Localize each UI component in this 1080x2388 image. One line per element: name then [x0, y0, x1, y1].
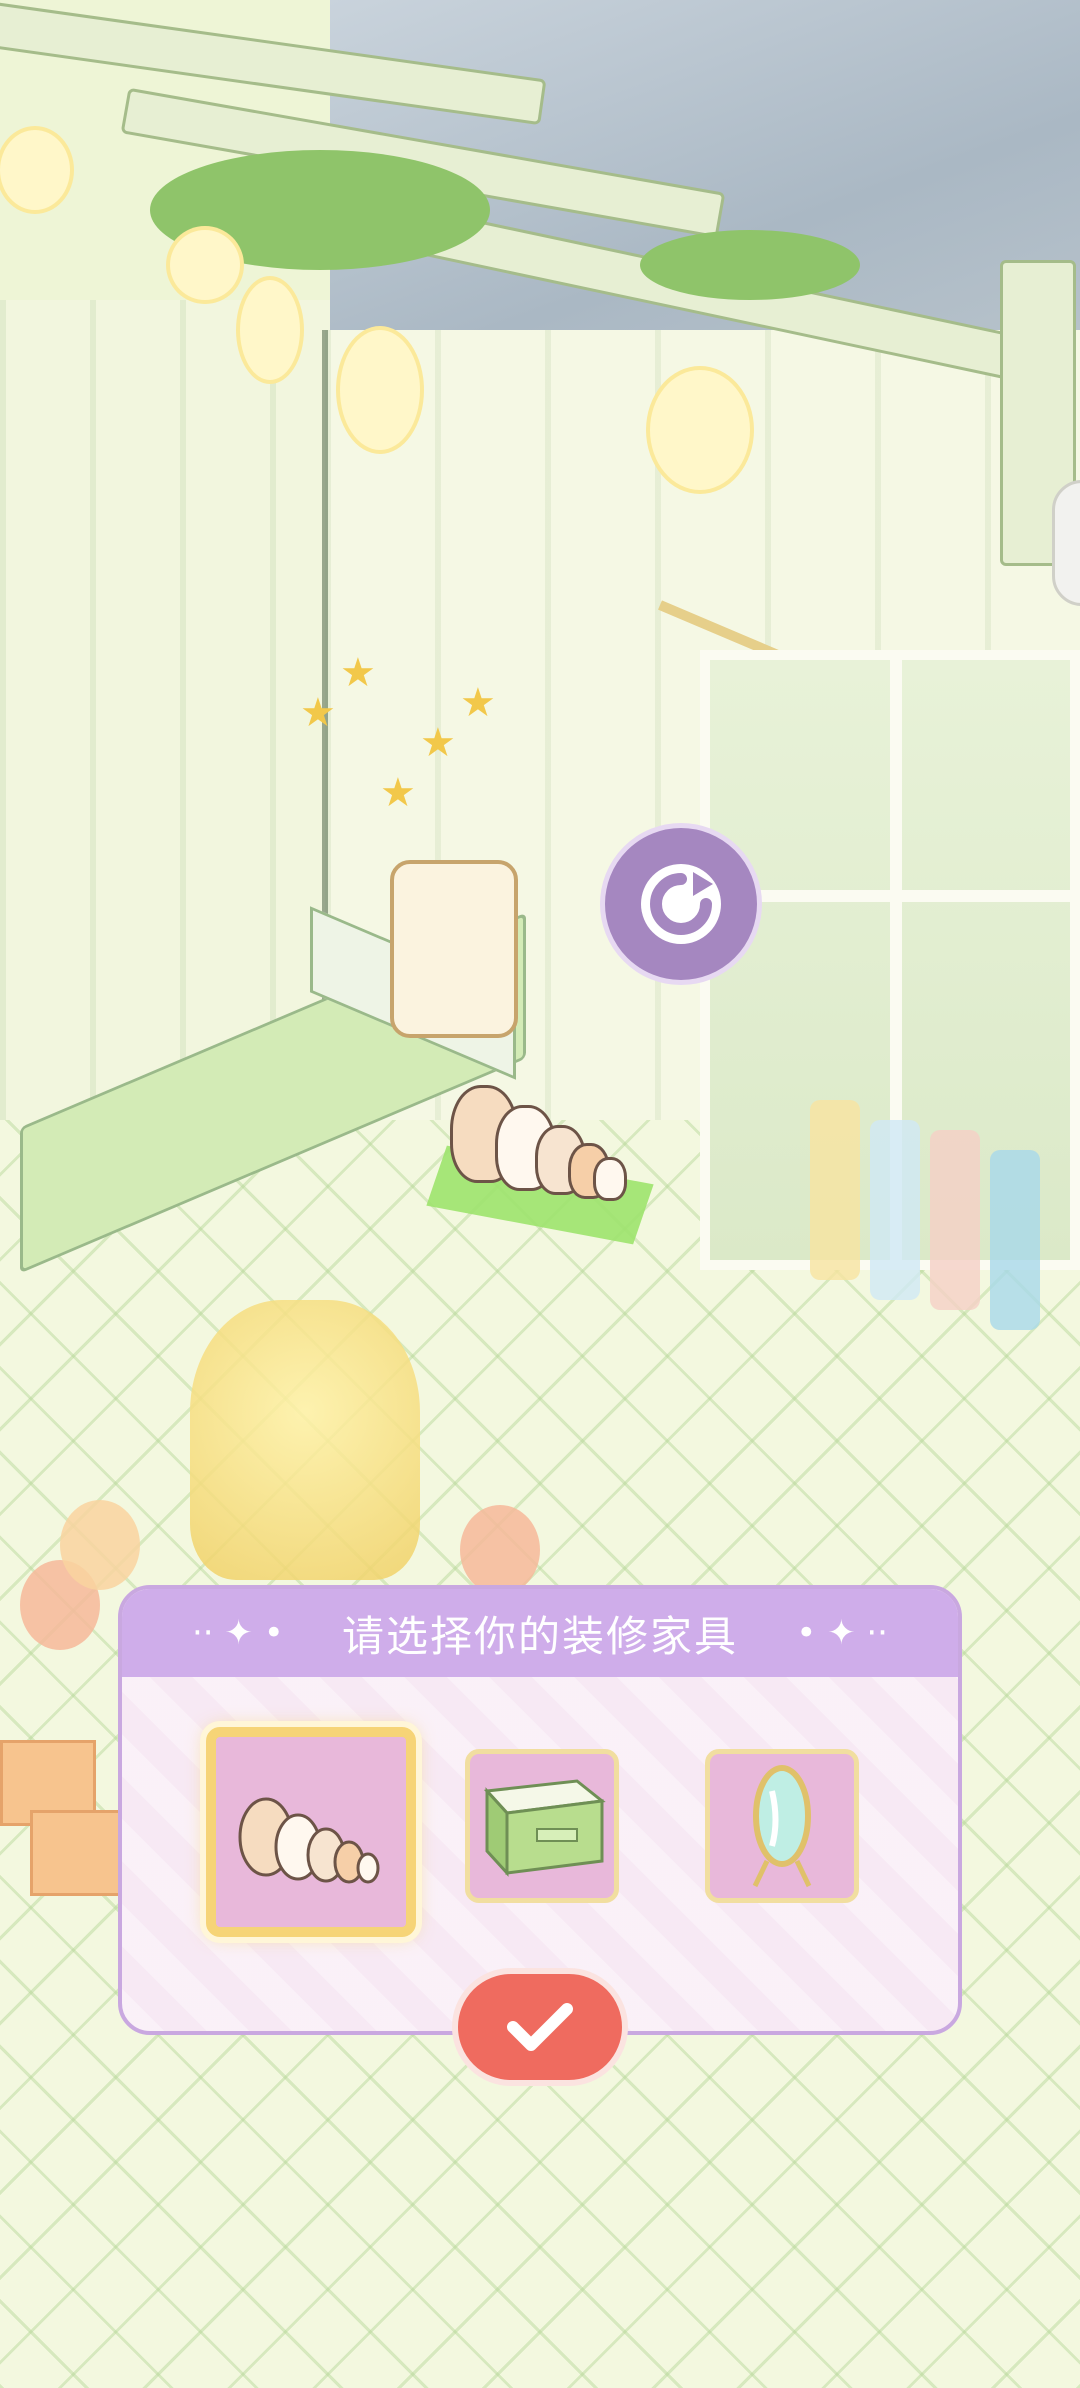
coffee-machine	[390, 860, 518, 1038]
sparkle-icon: ★	[340, 650, 376, 696]
sparkle-icon: ★	[460, 680, 496, 726]
cat-family-furniture[interactable]	[450, 1085, 630, 1205]
dialog-title: 请选择你的装修家具	[341, 1611, 738, 1661]
sparkle-icon: ★	[380, 770, 416, 816]
vine	[640, 230, 860, 300]
sparkle-decoration-icon: • ✦ ··	[796, 1613, 888, 1653]
rotate-icon	[641, 864, 721, 944]
sparkle-icon: ★	[420, 720, 456, 766]
wisteria-flower	[0, 130, 70, 210]
dress	[870, 1120, 920, 1300]
dress	[930, 1130, 980, 1310]
side-tab-button[interactable]	[1052, 480, 1080, 606]
wisteria-flower	[170, 230, 240, 300]
furniture-option-cat-family[interactable]	[206, 1727, 416, 1937]
dialog-header: ·· ✦ • 请选择你的装修家具 • ✦ ··	[122, 1589, 958, 1677]
balloon	[60, 1500, 140, 1590]
cat-figure	[593, 1157, 627, 1201]
dress	[990, 1150, 1040, 1330]
cabinet-icon	[483, 1779, 606, 1877]
golden-cat-statue	[190, 1300, 420, 1580]
wisteria-flower	[650, 370, 750, 490]
confirm-button[interactable]	[452, 1968, 628, 2086]
clothes-rack	[770, 1060, 1080, 1380]
wisteria-flower	[240, 280, 300, 380]
window-frame	[710, 890, 1070, 902]
furniture-option-cabinet[interactable]	[465, 1749, 619, 1903]
sparkle-decoration-icon: ·· ✦ •	[192, 1613, 284, 1653]
mirror-icon	[752, 1765, 812, 1888]
wisteria-flower	[340, 330, 420, 450]
furniture-option-mirror[interactable]	[705, 1749, 859, 1903]
balloon	[460, 1505, 540, 1595]
gift-box	[30, 1810, 126, 1896]
rotate-button[interactable]	[600, 823, 762, 985]
dress	[810, 1100, 860, 1280]
sparkle-icon: ★	[300, 690, 336, 736]
cat-family-icon	[238, 1797, 380, 1884]
checkmark-icon	[507, 2003, 573, 2051]
